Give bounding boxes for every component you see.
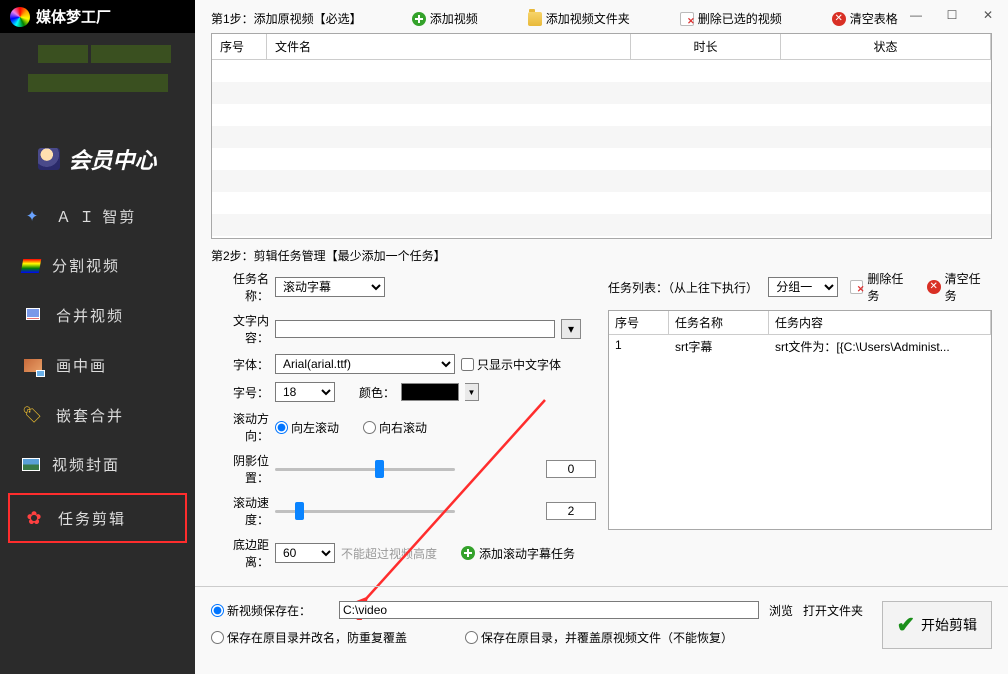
step2-label: 第2步：剪辑任务管理【最少添加一个任务】 (211, 247, 992, 270)
nav-label: 嵌套合并 (56, 405, 124, 426)
shadow-value: 0 (546, 460, 596, 478)
app-title: 媒体梦工厂 (36, 6, 111, 27)
nav-label: 分割视频 (52, 255, 120, 276)
shadow-label: 阴影位置： (211, 452, 269, 486)
window-close[interactable]: ✕ (982, 8, 994, 22)
nav-label: 视频封面 (52, 454, 120, 475)
font-label: 字体： (211, 356, 269, 373)
speed-slider[interactable] (275, 502, 540, 520)
group-select[interactable]: 分组一 (768, 277, 837, 297)
only-cn-checkbox[interactable]: 只显示中文字体 (461, 356, 561, 373)
add-folder-button[interactable]: 添加视频文件夹 (528, 10, 630, 27)
task-table: 序号 任务名称 任务内容 1 srt字幕 srt文件为：[{C:\Users\A… (608, 310, 992, 530)
bottom-hint: 不能超过视频高度 (341, 545, 437, 562)
scroll-left-radio[interactable]: 向左滚动 (275, 419, 339, 436)
save-new-radio[interactable]: 新视频保存在： (211, 602, 311, 619)
nav-label: Ａ Ｉ 智剪 (56, 206, 136, 227)
checkmark-icon: ✔ (897, 612, 915, 638)
size-label: 字号： (211, 384, 269, 401)
tcol-name[interactable]: 任务名称 (669, 311, 769, 334)
task-name-select[interactable]: 滚动字幕 (275, 277, 385, 297)
text-content-label: 文字内容： (211, 312, 269, 346)
browse-button[interactable]: 浏览 (769, 602, 793, 619)
sidebar-nav: ✦ Ａ Ｉ 智剪 分割视频 合并视频 画中画 🏷 嵌套合并 视频封面 (0, 191, 195, 674)
color-label: 颜色： (359, 384, 395, 401)
nav-label: 任务剪辑 (58, 508, 126, 529)
col-index[interactable]: 序号 (212, 34, 267, 59)
save-path-input[interactable] (339, 601, 759, 619)
plus-icon (412, 12, 426, 26)
pip-icon (22, 354, 44, 376)
clear-icon: ✕ (927, 280, 941, 294)
titlebar: 媒体梦工厂 (0, 0, 195, 33)
cover-icon (22, 458, 40, 471)
merge-icon (22, 304, 44, 326)
delete-selected-button[interactable]: 删除已选的视频 (680, 10, 782, 27)
folder-icon (528, 12, 542, 26)
nav-nest-merge[interactable]: 🏷 嵌套合并 (0, 390, 195, 440)
col-filename[interactable]: 文件名 (267, 34, 631, 59)
plus-icon (461, 546, 475, 560)
clear-icon: ✕ (832, 12, 846, 26)
size-select[interactable]: 18 (275, 382, 335, 402)
color-dropdown[interactable]: ▼ (465, 383, 479, 401)
add-video-button[interactable]: 添加视频 (412, 10, 478, 27)
nav-pip[interactable]: 画中画 (0, 340, 195, 390)
task-name-label: 任务名称： (211, 270, 269, 304)
col-duration[interactable]: 时长 (631, 34, 781, 59)
nav-merge-video[interactable]: 合并视频 (0, 290, 195, 340)
clear-table-button[interactable]: ✕清空表格 (832, 10, 898, 27)
delete-task-button[interactable]: 删除任务 (850, 270, 915, 304)
nav-split-video[interactable]: 分割视频 (0, 241, 195, 290)
avatar-icon (38, 148, 60, 170)
ai-icon: ✦ (22, 205, 44, 227)
text-content-input[interactable] (275, 320, 555, 338)
delete-icon (850, 280, 864, 294)
bottom-select[interactable]: 60 (275, 543, 335, 563)
task-icon: ✿ (24, 507, 46, 529)
video-table: 序号 文件名 时长 状态 (211, 33, 992, 239)
nav-label: 画中画 (56, 355, 107, 376)
nest-icon: 🏷 (22, 404, 44, 426)
save-overwrite-radio[interactable]: 保存在原目录，并覆盖原视频文件（不能恢复） (465, 629, 733, 646)
clear-tasks-button[interactable]: ✕清空任务 (927, 270, 992, 304)
open-folder-button[interactable]: 打开文件夹 (803, 602, 863, 619)
window-minimize[interactable]: — (910, 8, 922, 22)
window-maximize[interactable]: ☐ (946, 8, 958, 22)
member-center-link[interactable]: 会员中心 (0, 133, 195, 191)
tcol-index[interactable]: 序号 (609, 311, 669, 334)
font-select[interactable]: Arial(arial.ttf) (275, 354, 455, 374)
scroll-right-radio[interactable]: 向右滚动 (363, 419, 427, 436)
bottom-label: 底边距离： (211, 536, 269, 570)
delete-icon (680, 12, 694, 26)
nav-label: 合并视频 (56, 305, 124, 326)
text-content-button[interactable]: ▾ (561, 319, 581, 339)
color-picker[interactable] (401, 383, 459, 401)
member-center-label: 会员中心 (68, 143, 156, 175)
direction-label: 滚动方向： (211, 410, 269, 444)
speed-value: 2 (546, 502, 596, 520)
task-list-label: 任务列表：（从上往下执行） (608, 279, 756, 296)
video-table-body[interactable] (212, 60, 991, 238)
step1-label: 第1步：添加原视频【必选】 (211, 10, 362, 27)
nav-video-cover[interactable]: 视频封面 (0, 440, 195, 489)
add-scroll-task-button[interactable]: 添加滚动字幕任务 (461, 545, 575, 562)
nav-ai-edit[interactable]: ✦ Ａ Ｉ 智剪 (0, 191, 195, 241)
col-status[interactable]: 状态 (781, 34, 991, 59)
split-icon (21, 259, 41, 273)
task-row[interactable]: 1 srt字幕 srt文件为：[{C:\Users\Administ... (609, 335, 991, 358)
nav-task-edit[interactable]: ✿ 任务剪辑 (8, 493, 187, 543)
app-logo (10, 7, 30, 27)
tcol-content[interactable]: 任务内容 (769, 311, 991, 334)
speed-label: 滚动速度： (211, 494, 269, 528)
user-info-block (0, 33, 195, 133)
start-edit-button[interactable]: ✔ 开始剪辑 (882, 601, 992, 649)
shadow-slider[interactable] (275, 460, 540, 478)
save-rename-radio[interactable]: 保存在原目录并改名，防重复覆盖 (211, 629, 407, 646)
